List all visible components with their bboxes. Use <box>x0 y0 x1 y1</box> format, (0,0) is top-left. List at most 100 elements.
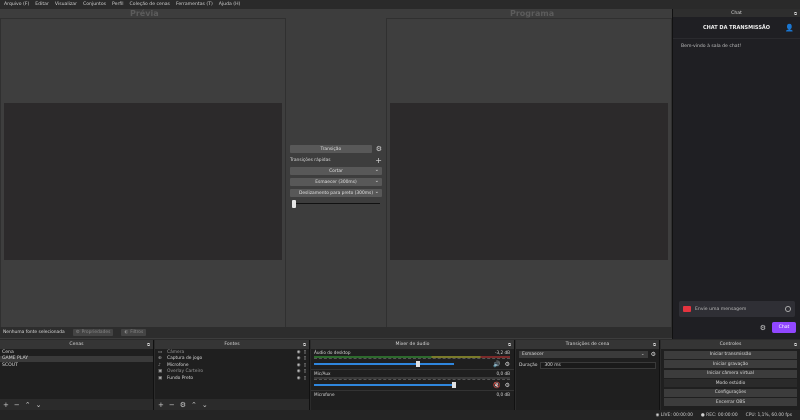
chat-send-button[interactable]: Chat <box>772 322 796 333</box>
menu-edit[interactable]: Editar <box>35 2 49 7</box>
chat-header: CHAT DA TRANSMISSÃO 👤 <box>673 17 800 39</box>
transition-type-select[interactable]: Esmaecer ⌄ <box>519 351 648 358</box>
eye-icon[interactable]: ◉ <box>297 376 301 381</box>
undock-icon[interactable]: ⧉ <box>303 342 306 347</box>
scenes-dock: Cenas ⧉ Cena GAME PLAY SCOUT + − ⌃ ⌄ <box>0 340 154 410</box>
remove-icon[interactable]: − <box>169 401 175 409</box>
gear-icon[interactable]: ⚙ <box>505 361 510 368</box>
add-icon[interactable]: + <box>158 401 164 409</box>
transition-button-label: Transição <box>320 146 342 152</box>
add-icon[interactable]: + <box>3 401 9 409</box>
quick-transition-fade[interactable]: Esmaecer (300ms) ⌄ <box>290 178 382 186</box>
sources-dock-title: Fontes ⧉ <box>155 340 309 349</box>
chat-panel: Chat ⧉ CHAT DA TRANSMISSÃO 👤 Bem-vindo à… <box>672 9 800 339</box>
add-icon[interactable]: + <box>375 156 382 165</box>
quick-transitions-row: Transições rápidas + <box>290 156 382 165</box>
transition-slider-handle[interactable] <box>292 200 296 208</box>
image-icon: ▣ <box>158 369 163 375</box>
preview-title: Prévia <box>130 9 159 18</box>
lock-icon[interactable]: ▯ <box>304 369 306 374</box>
start-virtual-camera-button[interactable]: Iniciar câmera virtual <box>664 369 797 378</box>
gear-icon[interactable]: ⚙ <box>180 401 186 409</box>
filters-button[interactable]: ◐ Filtros <box>121 329 147 336</box>
emoji-icon[interactable] <box>785 306 791 312</box>
users-icon[interactable]: 👤 <box>785 24 794 32</box>
chat-tab[interactable]: Chat ⧉ <box>673 9 800 17</box>
studio-mode-button[interactable]: Modo estúdio <box>664 379 797 387</box>
mixer-title-label: Mixer de áudio <box>395 342 430 347</box>
lock-icon[interactable]: ▯ <box>304 350 306 355</box>
program-pane[interactable] <box>386 18 672 334</box>
controls-dock-title: Controles ⧉ <box>661 340 800 349</box>
mixer-channels: Áudio do desktop -3,2 dB 🔊 ⚙ Mic/Aux 0,0 … <box>311 349 514 410</box>
gear-icon[interactable]: ⚙ <box>505 382 510 389</box>
chevron-down-icon: ⌄ <box>374 178 379 184</box>
volume-slider[interactable] <box>314 384 454 386</box>
menu-view[interactable]: Visualizar <box>55 2 77 7</box>
undock-icon[interactable]: ⧉ <box>508 342 511 347</box>
lock-icon[interactable]: ▯ <box>304 376 306 381</box>
menu-file[interactable]: Arquivo (F) <box>4 2 29 7</box>
volume-slider[interactable] <box>314 363 454 365</box>
gear-icon[interactable]: ⚙ <box>760 324 766 332</box>
muted-speaker-icon[interactable]: 🔇 <box>493 382 500 389</box>
transition-button[interactable]: Transição <box>290 145 372 153</box>
chat-welcome-message: Bem-vindo à sala de chat! <box>681 44 742 49</box>
rewards-icon[interactable] <box>683 306 691 312</box>
volume-slider-handle[interactable] <box>416 361 420 367</box>
undock-icon[interactable]: ⧉ <box>794 11 797 16</box>
transition-slider[interactable] <box>290 200 382 208</box>
menu-tools[interactable]: Ferramentas (T) <box>176 2 213 7</box>
gear-icon[interactable]: ⚙ <box>651 351 656 358</box>
speaker-icon[interactable]: 🔊 <box>493 361 500 368</box>
scenes-toolbar: + − ⌃ ⌄ <box>0 399 153 410</box>
meter-scale <box>314 379 510 382</box>
source-item[interactable]: ▣ Fundo Preto ◉ ▯ <box>155 375 309 382</box>
menu-help[interactable]: Ajuda (H) <box>219 2 241 7</box>
settings-button[interactable]: Configurações <box>664 388 797 397</box>
eye-icon[interactable]: ◉ <box>297 363 301 368</box>
mixer-dock-title: Mixer de áudio ⧉ <box>311 340 514 349</box>
undock-icon[interactable]: ⧉ <box>794 342 797 347</box>
gear-icon[interactable]: ⚙ <box>376 145 382 153</box>
properties-button[interactable]: ⚙ Propriedades <box>72 329 114 336</box>
duration-input[interactable]: 300 ms <box>540 362 656 369</box>
quick-transition-cut[interactable]: Cortar ⌄ <box>290 167 382 175</box>
scene-item[interactable]: SCOUT <box>0 362 153 369</box>
chat-message-input[interactable]: Envie uma mensagem <box>679 301 795 317</box>
lock-icon[interactable]: ▯ <box>304 363 306 368</box>
start-recording-button[interactable]: Iniciar gravação <box>664 360 797 368</box>
scenes-list: Cena GAME PLAY SCOUT <box>0 349 153 399</box>
move-down-icon[interactable]: ⌄ <box>36 401 42 409</box>
quick-transition-fade-black[interactable]: Deslizamento para preto (300ms) ⌄ <box>290 189 382 197</box>
menu-docks[interactable]: Conjuntos <box>83 2 106 7</box>
source-name: Câmera <box>167 349 185 355</box>
exit-button[interactable]: Encerrar OBS <box>664 398 797 406</box>
move-up-icon[interactable]: ⌃ <box>25 401 31 409</box>
menu-profile[interactable]: Perfil <box>112 2 124 7</box>
undock-icon[interactable]: ⧉ <box>147 342 150 347</box>
image-icon: ▣ <box>158 375 163 381</box>
eye-icon[interactable]: ◉ <box>297 350 301 355</box>
eye-icon[interactable]: ◉ <box>297 369 301 374</box>
preview-pane[interactable] <box>0 18 286 334</box>
remove-icon[interactable]: − <box>14 401 20 409</box>
preview-canvas[interactable] <box>4 103 282 260</box>
mixer-channel-db: -3,2 dB <box>494 350 510 355</box>
source-name: Captura de jogo <box>167 356 203 362</box>
eye-icon[interactable]: ◉ <box>297 356 301 361</box>
chevron-down-icon: ⌄ <box>640 352 645 357</box>
no-source-label: Nenhuma fonte selecionada <box>3 330 65 335</box>
meter-scale <box>314 358 510 361</box>
quick-transition-cut-label: Cortar <box>329 168 343 174</box>
quick-transition-fade-label: Esmaecer (300ms) <box>315 179 357 185</box>
undock-icon[interactable]: ⧉ <box>653 342 656 347</box>
move-down-icon[interactable]: ⌄ <box>202 401 208 409</box>
lock-icon[interactable]: ▯ <box>304 356 306 361</box>
quick-transitions-label: Transições rápidas <box>290 157 331 163</box>
menu-scene-collection[interactable]: Coleção de cenas <box>130 2 170 7</box>
volume-slider-handle[interactable] <box>452 382 456 388</box>
start-streaming-button[interactable]: Iniciar transmissão <box>664 350 797 359</box>
move-up-icon[interactable]: ⌃ <box>191 401 197 409</box>
scene-transitions-dock: Transições de cena ⧉ Esmaecer ⌄ ⚙ Duraçã… <box>516 340 660 410</box>
